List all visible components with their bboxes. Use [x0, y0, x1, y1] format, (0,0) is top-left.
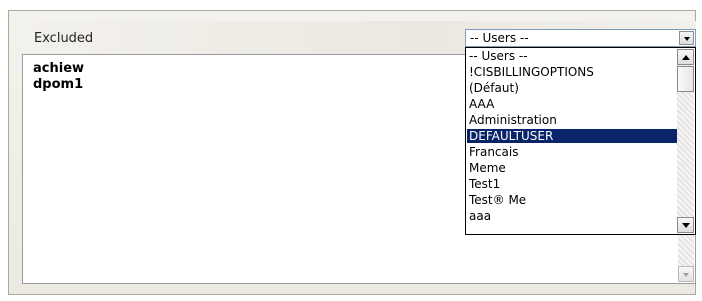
dropdown-option[interactable]: Test1 [467, 177, 677, 191]
dropdown-scroll-thumb[interactable] [677, 66, 694, 92]
users-dropdown-list[interactable]: -- Users -- !CISBILLINGOPTIONS (Défaut) … [465, 47, 696, 235]
chevron-down-icon [682, 223, 690, 228]
dropdown-option[interactable]: Francais [467, 145, 677, 159]
dropdown-scroll-down-button[interactable] [677, 217, 694, 233]
dropdown-scroll-up-button[interactable] [677, 49, 694, 65]
dropdown-option[interactable]: Meme [467, 161, 677, 175]
dropdown-option[interactable]: AAA [467, 97, 677, 111]
dropdown-option[interactable]: Administration [467, 113, 677, 127]
list-scroll-down-button[interactable] [678, 266, 694, 282]
chevron-up-icon [682, 55, 690, 60]
list-item[interactable]: dpom1 [33, 77, 83, 92]
users-select-value: -- Users -- [470, 31, 529, 45]
dropdown-option[interactable]: Test® Me [467, 193, 677, 207]
users-select[interactable]: -- Users -- [465, 29, 696, 47]
panel-title: Excluded [34, 31, 94, 46]
chevron-down-icon [683, 273, 689, 277]
dropdown-option[interactable]: -- Users -- [467, 49, 677, 63]
chevron-down-icon [684, 37, 690, 41]
dropdown-option[interactable]: aaa [467, 209, 677, 223]
dropdown-option-selected[interactable]: DEFAULTUSER [467, 129, 677, 143]
list-item[interactable]: achiew [33, 61, 84, 76]
dropdown-scrollbar[interactable] [677, 49, 694, 233]
app-frame: Excluded achiew dpom1 -- Users -- -- Use… [0, 0, 702, 301]
dropdown-option[interactable]: (Défaut) [467, 81, 677, 95]
dropdown-option[interactable]: !CISBILLINGOPTIONS [467, 65, 677, 79]
users-select-arrow[interactable] [679, 31, 694, 45]
